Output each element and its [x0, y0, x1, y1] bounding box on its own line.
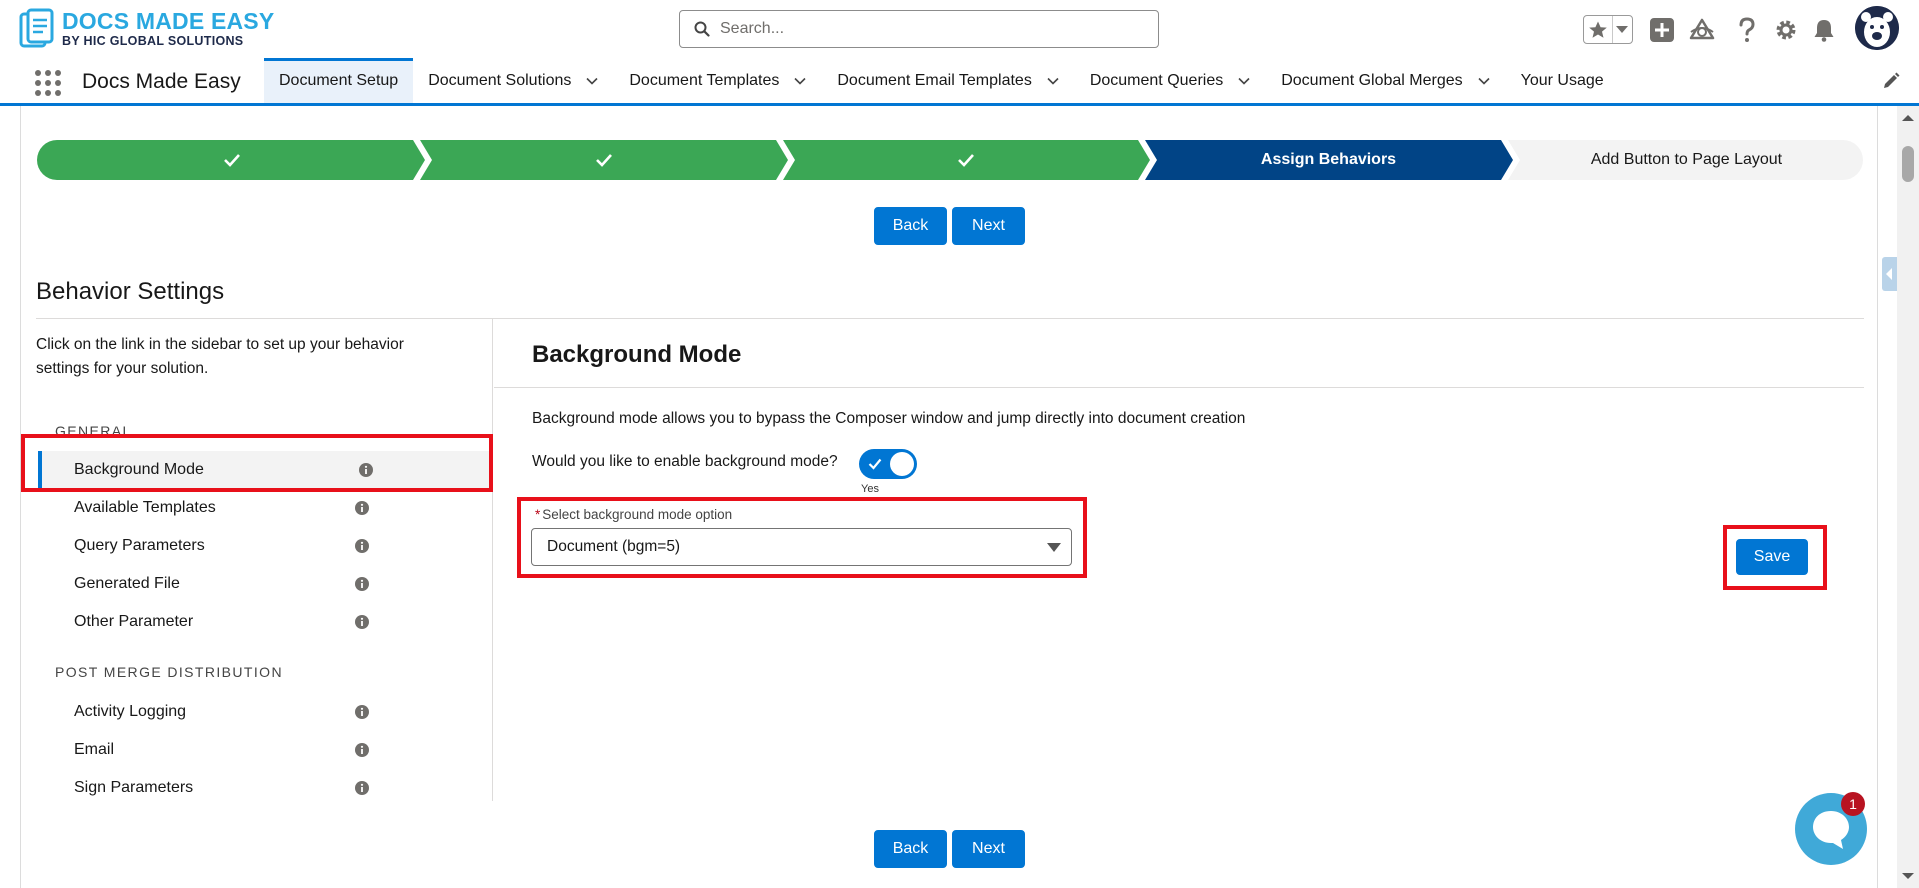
tab-label: Document Queries [1089, 71, 1224, 89]
tab-document-email-templates[interactable]: Document Email Templates [822, 58, 1074, 103]
chevron-down-icon[interactable] [1477, 74, 1491, 88]
sidebar-item-label: Available Templates [74, 499, 216, 516]
tab-label: Document Setup [279, 71, 399, 89]
info-icon[interactable] [355, 501, 369, 515]
check-icon [958, 154, 974, 167]
search-icon [694, 21, 710, 37]
chevron-down-icon[interactable] [1613, 16, 1632, 43]
tab-label: Document Solutions [428, 71, 572, 89]
path-step-3[interactable] [785, 140, 1147, 180]
check-icon [868, 458, 882, 470]
toggle-knob [890, 452, 914, 476]
scrollbar-thumb[interactable] [1902, 146, 1914, 182]
next-button-top[interactable]: Next [952, 207, 1025, 245]
path-step-2[interactable] [422, 140, 785, 180]
avatar[interactable] [1855, 6, 1899, 50]
background-mode-toggle[interactable] [859, 449, 917, 479]
tab-label: Document Global Merges [1281, 71, 1463, 89]
logo-title: DOCS MADE EASY [62, 8, 275, 35]
setup-assistant-icon[interactable] [1688, 16, 1716, 44]
background-mode-description: Background mode allows you to bypass the… [532, 410, 1246, 427]
chevron-left-icon [1886, 268, 1892, 280]
next-button-bottom[interactable]: Next [952, 830, 1025, 868]
highlight-box-select [517, 497, 1087, 578]
path-step-1[interactable] [37, 140, 427, 180]
sidebar-item-label: Sign Parameters [74, 779, 194, 796]
tab-document-global-merges[interactable]: Document Global Merges [1266, 58, 1505, 103]
info-icon[interactable] [355, 577, 369, 591]
sidebar-item-generated-file[interactable]: Generated File [38, 565, 490, 603]
background-mode-title: Background Mode [532, 341, 742, 368]
toggle-state-text: Yes [861, 483, 879, 495]
info-icon[interactable] [355, 781, 369, 795]
info-icon[interactable] [355, 539, 369, 553]
app-launcher-icon[interactable] [34, 69, 62, 97]
search-input[interactable] [720, 20, 1120, 38]
add-icon[interactable] [1648, 16, 1676, 44]
help-icon[interactable] [1733, 16, 1761, 44]
chevron-down-icon[interactable] [1046, 74, 1060, 88]
sidebar-item-other-parameter[interactable]: Other Parameter [38, 603, 490, 641]
tab-label: Your Usage [1520, 71, 1604, 89]
info-icon[interactable] [355, 743, 369, 757]
divider [494, 387, 1864, 388]
chevron-down-icon[interactable] [1237, 74, 1251, 88]
tab-document-setup[interactable]: Document Setup [264, 58, 414, 103]
sidebar-item-label: Email [74, 741, 115, 758]
nav-tabs: Document Setup Document Solutions Docume… [264, 58, 1619, 103]
scrollbar[interactable] [1897, 106, 1919, 888]
sidebar-item-activity-logging[interactable]: Activity Logging [38, 693, 490, 731]
chevron-up-icon[interactable] [1897, 110, 1919, 126]
tab-document-solutions[interactable]: Document Solutions [413, 58, 614, 103]
progress-path: Assign Behaviors Add Button to Page Layo… [37, 140, 1863, 180]
sidebar-item-label: Query Parameters [74, 537, 205, 554]
toggle-label: Would you like to enable background mode… [532, 453, 838, 470]
path-step-assign-behaviors[interactable]: Assign Behaviors [1147, 140, 1510, 180]
behavior-settings-title: Behavior Settings [36, 278, 225, 305]
info-icon[interactable] [355, 705, 369, 719]
app-name: Docs Made Easy [82, 70, 241, 93]
sidebar-item-query-parameters[interactable]: Query Parameters [38, 527, 490, 565]
info-icon[interactable] [355, 615, 369, 629]
sidebar-item-available-templates[interactable]: Available Templates [38, 489, 490, 527]
tab-your-usage[interactable]: Your Usage [1506, 58, 1619, 103]
sidebar-item-email[interactable]: Email [38, 731, 490, 769]
chevron-down-icon[interactable] [1897, 868, 1919, 884]
star-icon[interactable] [1584, 16, 1613, 43]
behavior-sidebar: Click on the link in the sidebar to set … [36, 319, 493, 801]
back-button-top[interactable]: Back [874, 207, 947, 245]
global-header: DOCS MADE EASY BY HIC GLOBAL SOLUTIONS [0, 0, 1919, 58]
tab-document-templates[interactable]: Document Templates [614, 58, 822, 103]
favorites-group[interactable] [1583, 15, 1633, 44]
check-icon [595, 154, 612, 167]
app-logo[interactable]: DOCS MADE EASY BY HIC GLOBAL SOLUTIONS [18, 8, 274, 50]
sidebar-item-label: Other Parameter [74, 613, 194, 630]
back-button-bottom[interactable]: Back [874, 830, 947, 868]
notification-badge: 1 [1841, 792, 1865, 816]
setup-content-panel: Assign Behaviors Add Button to Page Layo… [20, 106, 1878, 888]
sidebar-intro: Click on the link in the sidebar to set … [36, 336, 404, 377]
check-icon [224, 154, 240, 167]
app-nav-bar: Docs Made Easy Document Setup Document S… [0, 58, 1919, 106]
sidebar-heading-post-merge: POST MERGE DISTRIBUTION [55, 664, 283, 680]
highlight-box-sidebar [21, 434, 493, 492]
logo-subtitle: BY HIC GLOBAL SOLUTIONS [62, 34, 244, 49]
gear-icon[interactable] [1772, 16, 1800, 44]
sidebar-item-sign-parameters[interactable]: Sign Parameters [38, 769, 490, 807]
document-logo-icon [18, 8, 58, 50]
sidebar-item-label: Generated File [74, 575, 180, 592]
global-search[interactable] [679, 10, 1159, 48]
highlight-box-save [1723, 525, 1827, 590]
tab-document-queries[interactable]: Document Queries [1075, 58, 1266, 103]
panel-collapse-tab[interactable] [1882, 257, 1897, 291]
chevron-down-icon[interactable] [585, 74, 599, 88]
pencil-icon[interactable] [1882, 72, 1900, 90]
path-step-add-button[interactable]: Add Button to Page Layout [1510, 140, 1863, 180]
bell-icon[interactable] [1810, 16, 1838, 44]
chevron-down-icon[interactable] [793, 74, 807, 88]
tab-label: Document Templates [629, 71, 780, 89]
sidebar-item-label: Activity Logging [74, 703, 187, 720]
tab-label: Document Email Templates [837, 71, 1032, 89]
